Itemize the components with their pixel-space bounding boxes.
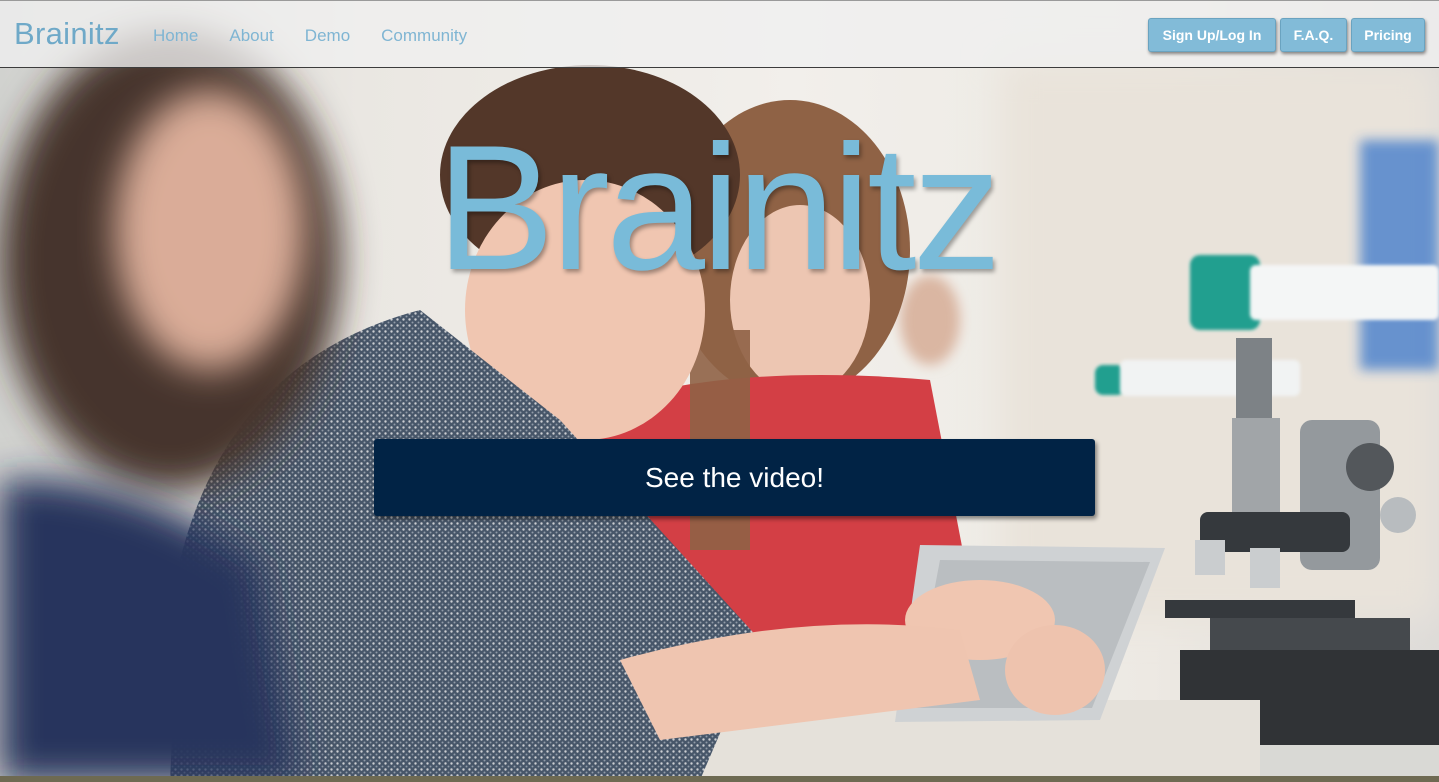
signup-login-button[interactable]: Sign Up/Log In (1148, 18, 1276, 52)
nav-link-demo[interactable]: Demo (305, 26, 350, 45)
nav-link-home[interactable]: Home (153, 26, 198, 45)
nav-links: Home About Demo Community (153, 25, 467, 47)
nav-item-demo: Demo (305, 25, 350, 47)
see-video-button[interactable]: See the video! (374, 439, 1095, 516)
pricing-button[interactable]: Pricing (1351, 18, 1425, 52)
faq-button[interactable]: F.A.Q. (1280, 18, 1347, 52)
nav-item-community: Community (381, 25, 467, 47)
hero-title: Brainitz (436, 108, 1002, 307)
nav-link-about[interactable]: About (229, 26, 273, 45)
nav-item-about: About (229, 25, 273, 47)
nav-item-home: Home (153, 25, 198, 47)
nav-button-group: Sign Up/Log In F.A.Q. Pricing (1148, 18, 1425, 52)
nav-link-community[interactable]: Community (381, 26, 467, 45)
top-navbar: Brainitz Home About Demo Community Sign … (0, 0, 1439, 68)
bottom-edge-strip (0, 776, 1439, 782)
brand-logo-link[interactable]: Brainitz (14, 15, 120, 53)
